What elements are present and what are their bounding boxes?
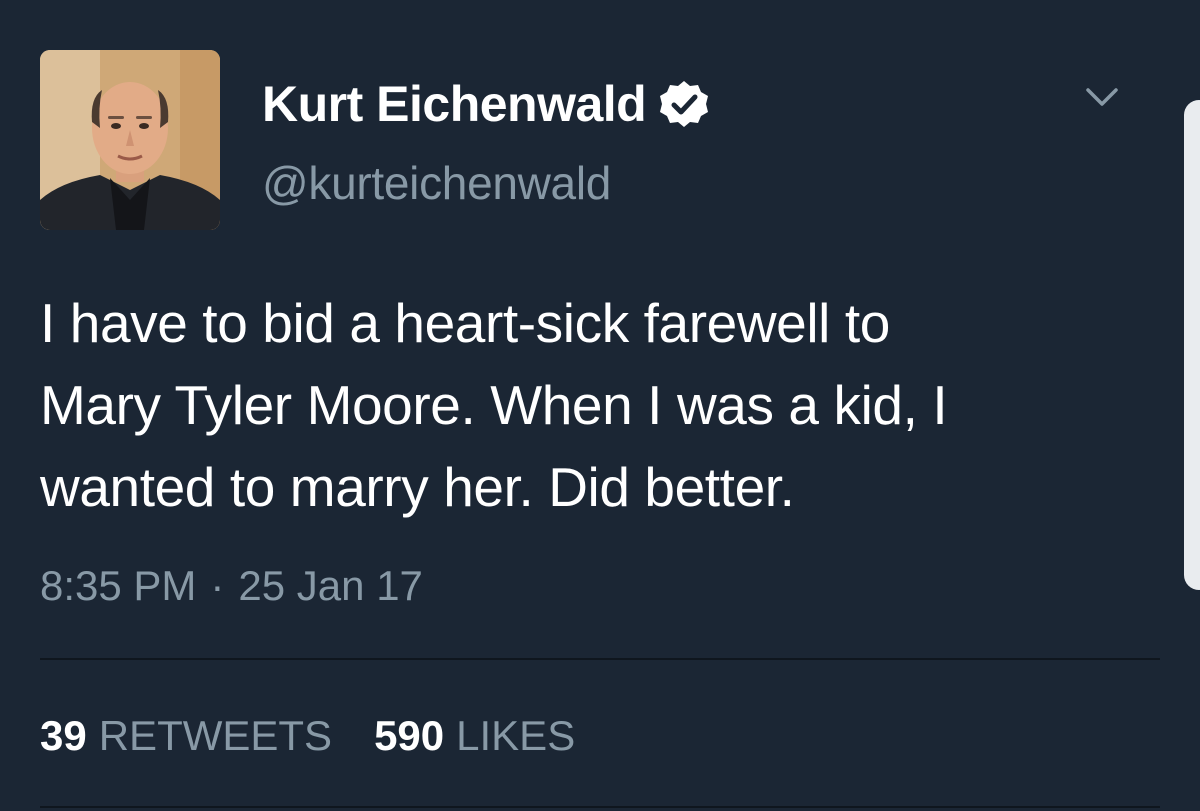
profile-photo [40, 50, 220, 230]
avatar[interactable] [40, 50, 220, 230]
retweets-count: 39 [40, 712, 87, 759]
divider [40, 658, 1160, 660]
tweet-text: I have to bid a heart-sick farewell to M… [40, 292, 948, 518]
verified-badge-icon [658, 78, 710, 130]
retweets-stat[interactable]: 39 RETWEETS [40, 712, 332, 760]
likes-count: 590 [374, 712, 445, 759]
author-handle[interactable]: @kurteichenwald [262, 156, 611, 210]
tweet-time: 8:35 PM [40, 562, 197, 609]
tweet-timestamp[interactable]: 8:35 PM · 25 Jan 17 [40, 562, 423, 610]
scrollbar[interactable] [1184, 100, 1200, 590]
retweets-label: RETWEETS [98, 712, 333, 759]
tweet-date: 25 Jan 17 [238, 562, 423, 609]
tweet-detail: Kurt Eichenwald @kurteichenwald I have t… [0, 0, 1200, 811]
divider [40, 806, 1160, 808]
likes-stat[interactable]: 590 LIKES [374, 712, 575, 760]
tweet-stats: 39 RETWEETS 590 LIKES [40, 712, 617, 760]
author-name-row[interactable]: Kurt Eichenwald [262, 72, 710, 136]
chevron-down-icon[interactable] [1082, 82, 1122, 112]
author-display-name[interactable]: Kurt Eichenwald [262, 75, 647, 133]
likes-label: LIKES [456, 712, 576, 759]
timestamp-separator: · [210, 562, 225, 609]
